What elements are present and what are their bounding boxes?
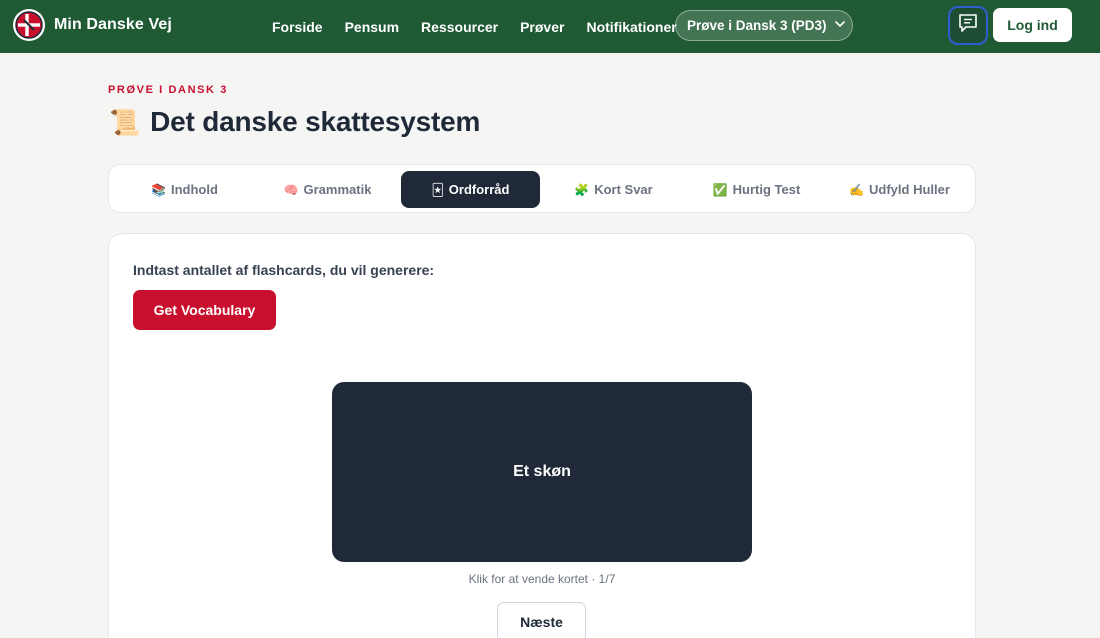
exam-selector-dropdown[interactable]: Prøve i Dansk 3 (PD3) [675,10,853,41]
get-vocabulary-button[interactable]: Get Vocabulary [133,290,276,330]
tab-ordforrad[interactable]: 🃏 Ordforråd [401,171,540,208]
tab-label: Indhold [171,182,218,197]
brand[interactable]: Min Danske Vej [13,9,172,41]
flashcard[interactable]: Et skøn [332,382,752,562]
tab-label: Hurtig Test [732,182,801,197]
tab-label: Udfyld Huller [869,182,950,197]
chat-message-icon [957,12,979,39]
main-nav: Forside Pensum Ressourcer Prøver Notifik… [272,0,699,53]
flashcard-hint: Klik for at vende kortet · 1/7 [468,572,616,586]
danish-flag-heart-logo-icon [13,9,45,41]
brain-icon: 🧠 [283,182,299,197]
exam-selector-label: Prøve i Dansk 3 (PD3) [687,18,827,33]
nav-link-pensum[interactable]: Pensum [345,19,399,35]
page-title-row: 📜 Det danske skattesystem [109,106,480,138]
next-button[interactable]: Næste [497,602,586,638]
nav-link-ressourcer[interactable]: Ressourcer [421,19,498,35]
chevron-down-icon [834,18,846,33]
scroll-icon: 📜 [109,107,141,137]
page-eyebrow: PRØVE I DANSK 3 [108,84,228,96]
writing-hand-icon: ✍️ [849,182,865,197]
tab-indhold[interactable]: 📚 Indhold [115,171,254,208]
tab-grammatik[interactable]: 🧠 Grammatik [258,171,397,208]
chat-button[interactable] [950,8,986,43]
tab-udfyld-huller[interactable]: ✍️ Udfyld Huller [830,171,969,208]
flashcard-count-prompt: Indtast antallet af flashcards, du vil g… [133,262,435,278]
card-icon: 🃏 [431,182,444,197]
tab-hurtig-test[interactable]: ✅ Hurtig Test [687,171,826,208]
brand-name: Min Danske Vej [54,16,172,33]
vocabulary-card: Indtast antallet af flashcards, du vil g… [108,233,976,638]
check-icon: ✅ [712,182,728,197]
login-button[interactable]: Log ind [993,8,1072,42]
puzzle-icon: 🧩 [574,182,590,197]
nav-link-forside[interactable]: Forside [272,19,323,35]
tab-label: Grammatik [303,182,372,197]
content-tabs: 📚 Indhold 🧠 Grammatik 🃏 Ordforråd 🧩 Kort… [108,164,976,213]
flashcard-word: Et skøn [513,463,571,480]
nav-link-notifikationer[interactable]: Notifikationer [586,19,676,35]
tab-kort-svar[interactable]: 🧩 Kort Svar [544,171,683,208]
books-icon: 📚 [151,182,166,197]
nav-link-prover[interactable]: Prøver [520,19,564,35]
tab-label: Kort Svar [594,182,653,197]
page-title: Det danske skattesystem [150,106,481,137]
tab-label: Ordforråd [448,182,510,197]
top-navigation-bar: Min Danske Vej Forside Pensum Ressourcer… [0,0,1100,53]
